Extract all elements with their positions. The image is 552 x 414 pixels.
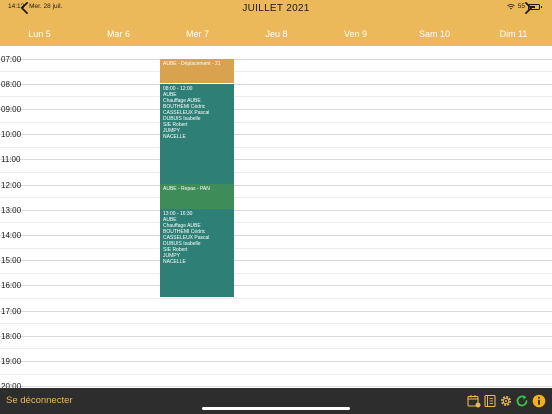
- refresh-icon[interactable]: [515, 394, 529, 408]
- half-hour-line: [0, 121, 552, 123]
- hour-line: [0, 386, 552, 388]
- chevron-left-icon: [20, 2, 28, 14]
- wifi-icon: [506, 3, 515, 9]
- event-line: NACELLE: [163, 259, 186, 265]
- hour-label: 08:00: [1, 79, 22, 89]
- half-hour-line: [0, 348, 552, 350]
- hour-line: [0, 58, 552, 60]
- half-hour-line: [0, 222, 552, 224]
- event-line: NACELLE: [163, 134, 186, 140]
- hour-line: [0, 184, 552, 186]
- hour-label: 10:00: [1, 130, 22, 140]
- week-grid[interactable]: 07:00 08:00 09:00 10:00 11:00 12:00 13:00 14:00…: [0, 46, 552, 388]
- hour-line: [0, 310, 552, 312]
- hour-label: 19:00: [1, 356, 22, 366]
- chevron-right-icon: [524, 2, 532, 14]
- hour-label: 15:00: [1, 256, 22, 266]
- half-hour-line: [0, 247, 552, 249]
- footer-toolbar: Se déconnecter: [0, 388, 552, 414]
- hour-line: [0, 285, 552, 287]
- event-line: AUBE - Repas - PAN: [163, 186, 210, 192]
- half-hour-line: [0, 146, 552, 148]
- previous-week-button[interactable]: [17, 0, 31, 16]
- event-block-morning[interactable]: 08:00 - 12:00 AUBE Chauffage AUBE BOUTHE…: [160, 84, 234, 184]
- month-title: JUILLET 2021: [242, 3, 310, 14]
- hour-line: [0, 360, 552, 362]
- half-hour-line: [0, 96, 552, 98]
- day-header-wed[interactable]: Mer 7: [158, 29, 237, 39]
- hour-line: [0, 335, 552, 337]
- gear-icon[interactable]: [499, 394, 513, 408]
- book-icon[interactable]: [483, 394, 497, 408]
- app-header: 14:12 Mer. 28 juil. JUILLET 2021 55 Lun …: [0, 0, 552, 46]
- hour-label: 09:00: [1, 104, 22, 114]
- next-week-button[interactable]: [521, 0, 535, 16]
- event-line: AUBE - Déplacement - 21: [163, 61, 221, 67]
- day-header-fri[interactable]: Ven 9: [316, 29, 395, 39]
- calendar-export-icon[interactable]: [467, 394, 481, 408]
- hour-label: 13:00: [1, 205, 22, 215]
- half-hour-line: [0, 373, 552, 375]
- day-header-thu[interactable]: Jeu 8: [237, 29, 316, 39]
- half-hour-line: [0, 272, 552, 274]
- hour-label: 14:00: [1, 230, 22, 240]
- hour-label: 18:00: [1, 331, 22, 341]
- day-header-mon[interactable]: Lun 5: [0, 29, 79, 39]
- half-hour-line: [0, 297, 552, 299]
- hour-line: [0, 134, 552, 136]
- hour-line: [0, 209, 552, 211]
- hour-label: 11:00: [1, 155, 21, 165]
- hour-label: 16:00: [1, 281, 22, 291]
- logout-button[interactable]: Se déconnecter: [6, 395, 73, 406]
- event-block-afternoon[interactable]: 13:00 - 16:30 AUBE Chauffage AUBE BOUTHE…: [160, 209, 234, 297]
- home-indicator: [202, 407, 350, 410]
- info-icon[interactable]: [532, 394, 546, 408]
- half-hour-line: [0, 323, 552, 325]
- hour-label: 12:00: [1, 180, 22, 190]
- event-block-repas[interactable]: AUBE - Repas - PAN: [160, 184, 234, 209]
- day-header-row: Lun 5 Mar 6 Mer 7 Jeu 8 Ven 9 Sam 10 Dim…: [0, 29, 552, 43]
- half-hour-line: [0, 197, 552, 199]
- hour-line: [0, 234, 552, 236]
- hour-line: [0, 159, 552, 161]
- hour-line: [0, 260, 552, 262]
- hour-label: 07:00: [1, 54, 22, 64]
- day-header-sun[interactable]: Dim 11: [474, 29, 552, 39]
- half-hour-line: [0, 171, 552, 173]
- day-header-sat[interactable]: Sam 10: [395, 29, 474, 39]
- day-header-tue[interactable]: Mar 6: [79, 29, 158, 39]
- hour-line: [0, 83, 552, 85]
- half-hour-line: [0, 71, 552, 73]
- hour-label: 17:00: [1, 306, 22, 316]
- hour-line: [0, 108, 552, 110]
- event-block-deplacement[interactable]: AUBE - Déplacement - 21: [160, 59, 234, 83]
